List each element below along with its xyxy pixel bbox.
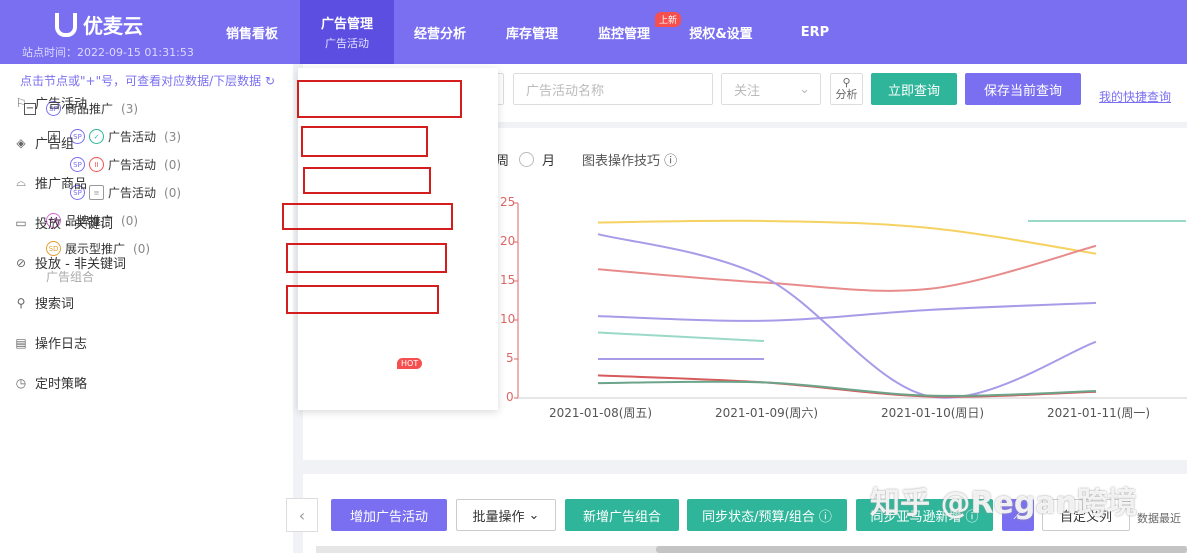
x-tick-label: 2021-01-08(周五) (549, 406, 653, 420)
x-tick-label: 2021-01-11(周一) (1047, 406, 1151, 420)
sync-status-button[interactable]: 同步状态/预算/组合 ⓘ (687, 499, 847, 531)
hot-badge: HOT (397, 358, 423, 369)
scrollbar-thumb[interactable] (656, 546, 1187, 553)
add-campaign-button[interactable]: 增加广告活动 (331, 499, 447, 531)
highlight-box (303, 167, 431, 194)
horizontal-scrollbar[interactable] (316, 546, 1187, 553)
flag-icon: ⚐ (15, 95, 27, 110)
highlight-box (297, 80, 462, 118)
series-line-1[interactable] (597, 244, 1097, 292)
menu-item-non-keyword-targeting[interactable]: ⊘ 投放 - 非关键词 (14, 253, 126, 273)
highlight-box (286, 285, 439, 314)
log-icon: ▤ (15, 335, 27, 350)
y-tick-label: 5 (506, 351, 514, 365)
data-recent-label: 数据最近 (1137, 512, 1181, 525)
layers-icon: ◈ (16, 135, 26, 150)
y-tick-label: 0 (506, 390, 514, 404)
x-tick-label: 2021-01-10(周日) (881, 406, 985, 420)
chevron-left-icon[interactable]: ‹ (286, 498, 318, 532)
watermark: 知乎 @Regan跨境 (870, 486, 1137, 521)
menu-item-products[interactable]: ⌓ 推广商品 (14, 173, 87, 192)
product-icon: ⌓ (16, 175, 26, 189)
series-line-3[interactable] (597, 301, 1097, 322)
menu-item-ad-groups[interactable]: ◈ 广告组 (14, 133, 74, 153)
highlight-box (282, 203, 453, 230)
y-tick-label: 10 (500, 312, 516, 326)
series-line-4[interactable] (597, 331, 765, 343)
y-tick-label: 15 (500, 273, 516, 287)
clock-icon: ◷ (15, 375, 27, 390)
help-icon: ⓘ (818, 509, 832, 525)
highlight-box (301, 126, 428, 157)
line-chart[interactable] (0, 0, 1187, 553)
menu-item-operation-log[interactable]: ▤ 操作日志 (14, 333, 87, 353)
series-line-7[interactable] (597, 380, 1097, 397)
menu-item-campaigns[interactable]: ⚐ 广告活动 (14, 93, 87, 113)
target-icon: ⊘ (15, 255, 27, 270)
menu-item-scheduled-strategy[interactable]: ◷ 定时策略 (14, 373, 87, 393)
y-tick-label: 20 (500, 234, 516, 248)
x-tick-label: 2021-01-09(周六) (715, 406, 819, 420)
keyword-icon: ▭ (15, 215, 27, 230)
menu-item-search-terms[interactable]: ⚲ 搜索词 (14, 293, 74, 313)
highlight-box (286, 243, 447, 273)
new-portfolio-button[interactable]: 新增广告组合 (565, 499, 679, 531)
chevron-down-icon: ⌄ (528, 507, 540, 523)
batch-ops-dropdown[interactable]: 批量操作 ⌄ (456, 499, 556, 531)
search-icon: ⚲ (16, 295, 26, 310)
y-tick-label: 25 (500, 195, 516, 209)
menu-item-keyword-targeting[interactable]: ▭ 投放 - 关键词 (14, 213, 113, 233)
